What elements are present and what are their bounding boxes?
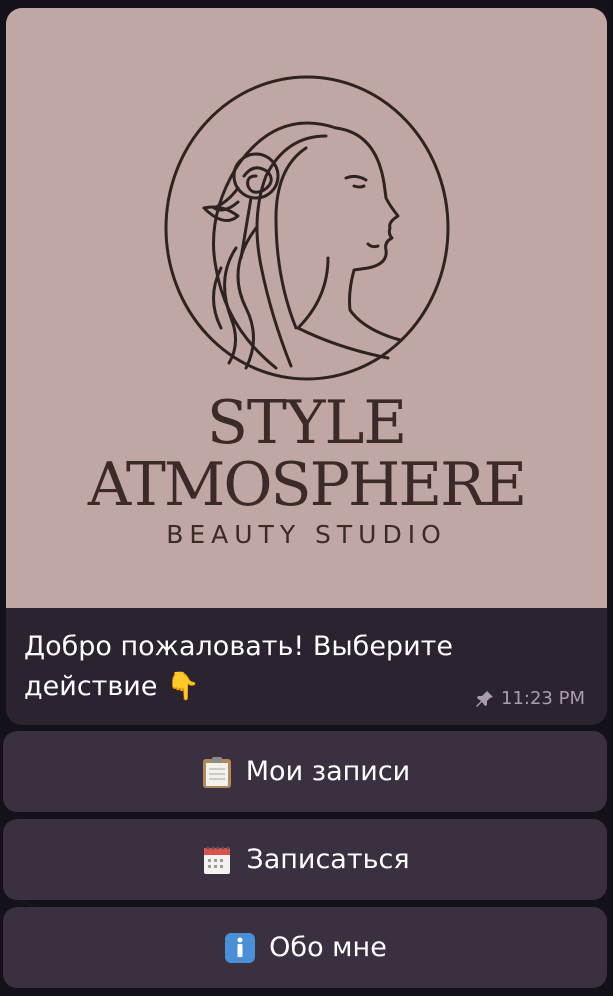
calendar-icon	[204, 846, 231, 874]
about-me-button[interactable]: Обо мне	[3, 907, 607, 988]
message-time: 11:23 PM	[501, 688, 585, 709]
brand-name-line2: ATMOSPHERE	[87, 450, 527, 520]
brand-name-line1: STYLE	[206, 388, 407, 458]
brand-subtitle: BEAUTY STUDIO	[166, 520, 447, 549]
logo-image: STYLE ATMOSPHERE BEAUTY STUDIO	[6, 8, 607, 608]
info-icon	[225, 932, 256, 963]
clipboard-icon	[202, 756, 231, 788]
message-text: Добро пожаловать! Выберите действие 👇	[24, 631, 453, 702]
my-bookings-button[interactable]: Мои записи	[3, 731, 607, 812]
about-me-label: Обо мне	[269, 932, 387, 963]
message-meta: 11:23 PM	[475, 688, 585, 709]
my-bookings-label: Мои записи	[245, 756, 411, 787]
pin-icon	[476, 690, 494, 707]
book-appointment-label: Записаться	[246, 844, 410, 875]
book-appointment-button[interactable]: Записаться	[3, 819, 607, 900]
message-bubble: STYLE ATMOSPHERE BEAUTY STUDIO Добро пож…	[6, 8, 607, 725]
